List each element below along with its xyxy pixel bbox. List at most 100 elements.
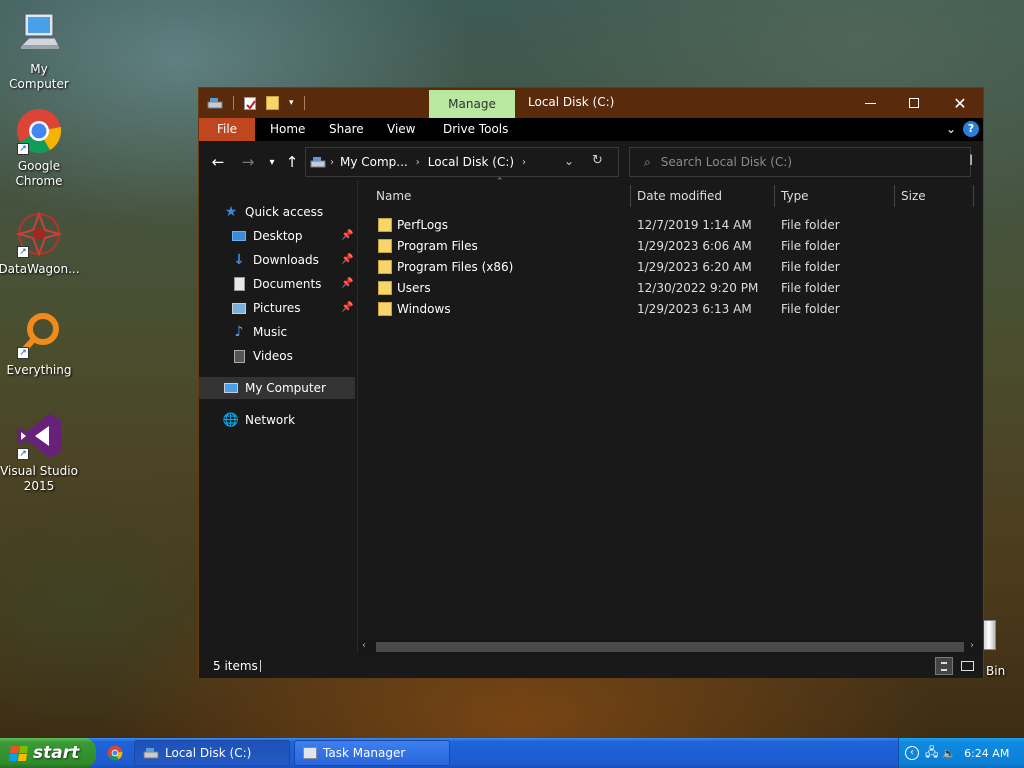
title-bar[interactable]: ▾ Manage Local Disk (C:) ✕: [199, 88, 983, 118]
desktop-icon-everything[interactable]: ↗ Everything: [0, 311, 78, 378]
maximize-icon: [909, 98, 919, 108]
large-icons-view-icon: [961, 661, 974, 671]
ribbon-tabs: File Home Share View Drive Tools ⌄ ?: [199, 118, 983, 141]
maximize-button[interactable]: [891, 88, 937, 118]
nav-item-network[interactable]: 🌐 Network: [223, 409, 295, 431]
horizontal-scrollbar[interactable]: ‹ ›: [358, 639, 983, 655]
desktop-icon-google-chrome[interactable]: ↗ Google Chrome: [0, 107, 78, 189]
customize-dropdown-icon[interactable]: ▾: [289, 98, 294, 108]
scroll-left-icon[interactable]: ‹: [362, 640, 366, 651]
column-header-date[interactable]: Date modified: [637, 181, 722, 211]
volume-icon[interactable]: 🔈: [942, 747, 956, 760]
download-icon: ↓: [233, 252, 245, 268]
scrollbar-thumb[interactable]: [376, 642, 964, 652]
desktop-icon-my-computer[interactable]: My Computer: [0, 10, 78, 92]
navigation-pane: ★ Quick access Desktop 📌 ↓ Downloads 📌 D…: [199, 181, 357, 653]
file-type: File folder: [781, 302, 840, 316]
tab-share[interactable]: Share: [315, 118, 378, 141]
file-name: Users: [397, 281, 431, 295]
details-view-button[interactable]: [935, 657, 953, 675]
nav-item-pictures[interactable]: Pictures: [231, 297, 301, 319]
nav-item-label: Network: [245, 413, 296, 427]
scroll-right-icon[interactable]: ›: [970, 640, 974, 651]
quick-access-toolbar: ▾: [199, 88, 305, 118]
clock[interactable]: 6:24 AM: [964, 747, 1009, 760]
tab-home[interactable]: Home: [256, 118, 319, 141]
tab-file[interactable]: File: [199, 118, 255, 141]
nav-item-downloads[interactable]: ↓ Downloads: [231, 249, 319, 271]
picture-icon: [231, 300, 247, 316]
datawagon-icon: ↗: [15, 210, 63, 258]
computer-icon: [223, 380, 239, 396]
folder-icon: [378, 281, 392, 295]
desktop-icon-label: My Computer: [9, 62, 69, 91]
arrow-up-icon: ↑: [285, 153, 299, 171]
nav-item-videos[interactable]: Videos: [231, 345, 293, 367]
table-row[interactable]: PerfLogs 12/7/2019 1:14 AM File folder: [358, 215, 983, 236]
nav-item-my-computer-label[interactable]: My Computer: [223, 377, 326, 399]
breadcrumb-my-computer[interactable]: My Comp...: [340, 155, 408, 169]
explorer-window[interactable]: ▾ Manage Local Disk (C:) ✕ File Home Sha…: [198, 87, 984, 678]
nav-item-music[interactable]: ♪ Music: [231, 321, 288, 343]
folder-icon: [378, 260, 392, 274]
quick-launch-chrome[interactable]: [107, 745, 123, 761]
column-header-size[interactable]: Size: [901, 181, 926, 211]
up-button[interactable]: ↑: [281, 151, 303, 173]
taskbar-button-label: Local Disk (C:): [165, 746, 252, 760]
tab-view[interactable]: View: [373, 118, 429, 141]
file-name: Program Files (x86): [397, 260, 514, 274]
table-row[interactable]: Users 12/30/2022 9:20 PM File folder: [358, 278, 983, 299]
back-button[interactable]: ←: [207, 151, 229, 173]
nav-item-desktop[interactable]: Desktop: [231, 225, 303, 247]
desktop-icon-visual-studio[interactable]: ↗ Visual Studio 2015: [0, 412, 78, 494]
text-cursor-icon: I: [969, 153, 974, 169]
start-button[interactable]: start: [0, 738, 96, 768]
column-header-type[interactable]: Type: [781, 181, 809, 211]
show-hidden-icons-button[interactable]: ‹: [905, 746, 919, 760]
close-button[interactable]: ✕: [937, 88, 983, 118]
nav-item-documents[interactable]: Documents: [231, 273, 321, 295]
refresh-button[interactable]: ↻: [592, 153, 603, 168]
table-row[interactable]: Program Files 1/29/2023 6:06 AM File fol…: [358, 236, 983, 257]
properties-icon[interactable]: [244, 96, 256, 110]
column-divider[interactable]: [630, 185, 631, 207]
new-folder-icon[interactable]: [266, 96, 279, 110]
taskbar-button-task-manager[interactable]: Task Manager: [294, 740, 450, 766]
tab-manage[interactable]: Manage: [429, 90, 515, 118]
large-icons-view-button[interactable]: [959, 657, 977, 675]
minimize-button[interactable]: [847, 88, 893, 118]
pin-icon: 📌: [341, 302, 354, 313]
file-name: Program Files: [397, 239, 478, 253]
forward-button[interactable]: →: [237, 151, 259, 173]
breadcrumb-local-disk[interactable]: Local Disk (C:): [428, 155, 514, 169]
network-icon: 🌐: [222, 412, 240, 428]
address-bar[interactable]: › My Comp... › Local Disk (C:) › ⌄ ↻: [305, 147, 619, 177]
search-input[interactable]: ⌕ Search Local Disk (C:): [629, 147, 971, 177]
taskbar-button-local-disk[interactable]: Local Disk (C:): [134, 740, 290, 766]
table-row[interactable]: Program Files (x86) 1/29/2023 6:20 AM Fi…: [358, 257, 983, 278]
recent-locations-button[interactable]: ▾: [261, 151, 283, 173]
nav-item-quick-access[interactable]: ★ Quick access: [223, 201, 323, 223]
column-divider[interactable]: [894, 185, 895, 207]
expand-ribbon-button[interactable]: ⌄: [943, 120, 959, 138]
breadcrumb-separator-icon: ›: [522, 156, 527, 168]
file-type: File folder: [781, 260, 840, 274]
file-date: 1/29/2023 6:13 AM: [637, 302, 752, 316]
column-header-name[interactable]: Name: [376, 181, 411, 211]
address-dropdown-button[interactable]: ⌄: [564, 154, 574, 168]
table-row[interactable]: Windows 1/29/2023 6:13 AM File folder: [358, 299, 983, 320]
network-icon[interactable]: 🖧: [925, 743, 938, 764]
film-icon: [231, 348, 247, 364]
file-name: PerfLogs: [397, 218, 449, 232]
shortcut-arrow-icon: ↗: [17, 246, 29, 258]
column-divider[interactable]: [973, 185, 974, 207]
taskbar-button-label: Task Manager: [323, 746, 406, 760]
visual-studio-icon: ↗: [15, 412, 63, 460]
drive-icon[interactable]: [207, 97, 223, 109]
tab-drive-tools[interactable]: Drive Tools: [429, 118, 522, 141]
nav-item-label: Music: [253, 325, 288, 339]
column-divider[interactable]: [774, 185, 775, 207]
desktop-icon-datawagon[interactable]: ↗ DataWagon...: [0, 210, 80, 277]
pin-icon: 📌: [341, 230, 354, 241]
help-button[interactable]: ?: [963, 121, 979, 137]
